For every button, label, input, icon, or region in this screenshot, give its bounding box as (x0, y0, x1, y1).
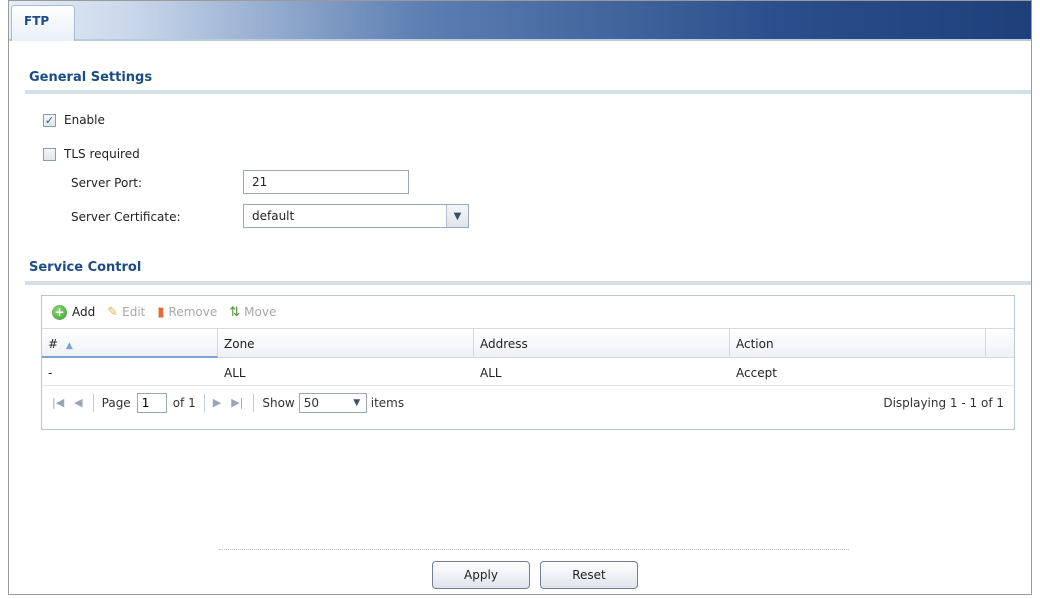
cell-zone: ALL (224, 366, 246, 380)
add-label: Add (72, 305, 96, 319)
page-total-label: of 1 (172, 395, 196, 410)
pagination-bar: |◀ ◀ Page of 1 ▶ ▶| Show 50 ▼ items Disp… (42, 386, 1014, 419)
tab-strip: FTP (9, 1, 1031, 41)
previous-page-icon[interactable]: ◀ (74, 396, 82, 409)
column-header-action[interactable]: Action (730, 329, 986, 358)
server-port-input[interactable] (243, 170, 409, 194)
apply-button[interactable]: Apply (432, 561, 530, 589)
edit-label: Edit (122, 305, 146, 319)
server-port-label: Server Port: (71, 176, 142, 190)
page-size-select[interactable]: 50 ▼ (298, 392, 367, 413)
enable-label: Enable (64, 113, 105, 127)
general-settings-title: General Settings (29, 70, 153, 85)
items-label: items (370, 395, 405, 410)
displaying-count: Displaying 1 - 1 of 1 (883, 396, 1004, 410)
remove-label: Remove (168, 305, 218, 319)
section-divider (25, 281, 1031, 285)
cell-address: ALL (480, 366, 502, 380)
edit-button[interactable]: ✎ Edit (107, 305, 145, 320)
pager-separator (253, 393, 255, 412)
table-row[interactable]: - ALL ALL Accept (42, 358, 1014, 386)
remove-button[interactable]: ▮ Remove (157, 305, 217, 320)
column-header-number[interactable]: # ▲ (42, 329, 218, 358)
last-page-icon[interactable]: ▶| (231, 396, 243, 409)
tls-row[interactable]: TLS required (43, 147, 140, 161)
enable-row[interactable]: ✓ Enable (43, 113, 105, 127)
page-label: Page (101, 395, 131, 410)
trash-icon: ▮ (157, 304, 165, 320)
section-divider (25, 90, 1031, 94)
add-button[interactable]: + Add (52, 304, 96, 320)
enable-checkbox[interactable]: ✓ (43, 113, 56, 127)
service-control-grid: + Add ✎ Edit ▮ Remove ⇅ Move # ▲ Zone Ad… (41, 295, 1015, 430)
footer-divider (219, 549, 849, 550)
server-certificate-select[interactable]: default ▼ (243, 204, 469, 228)
tab-ftp[interactable]: FTP (11, 5, 75, 41)
plus-icon: + (52, 304, 67, 320)
page-number-input[interactable] (136, 392, 167, 413)
service-control-title: Service Control (29, 260, 142, 275)
move-label: Move (244, 305, 277, 319)
server-certificate-value: default (252, 209, 295, 223)
column-header-address[interactable]: Address (474, 329, 730, 358)
sort-ascending-icon: ▲ (65, 341, 73, 351)
first-page-icon[interactable]: |◀ (52, 396, 64, 409)
move-icon: ⇅ (229, 304, 241, 320)
ftp-settings-window: FTP General Settings ✓ Enable TLS requir… (8, 0, 1032, 595)
pencil-icon: ✎ (107, 304, 119, 320)
next-page-icon[interactable]: ▶ (213, 396, 221, 409)
page-size-value: 50 (303, 395, 320, 410)
move-button[interactable]: ⇅ Move (229, 305, 276, 320)
cell-number: - (48, 366, 53, 380)
column-header-zone[interactable]: Zone (218, 329, 474, 358)
grid-toolbar: + Add ✎ Edit ▮ Remove ⇅ Move (42, 296, 1014, 328)
table-header: # ▲ Zone Address Action (42, 328, 1014, 358)
chevron-down-icon[interactable]: ▼ (446, 205, 468, 227)
reset-button[interactable]: Reset (540, 561, 638, 589)
server-certificate-label: Server Certificate: (71, 210, 181, 224)
chevron-down-icon[interactable]: ▼ (348, 394, 366, 412)
tls-required-label: TLS required (64, 147, 140, 161)
show-label: Show (262, 395, 295, 410)
pager-separator (92, 393, 94, 412)
pager-separator (203, 393, 205, 412)
cell-action: Accept (736, 366, 777, 380)
tls-required-checkbox[interactable] (43, 147, 56, 161)
